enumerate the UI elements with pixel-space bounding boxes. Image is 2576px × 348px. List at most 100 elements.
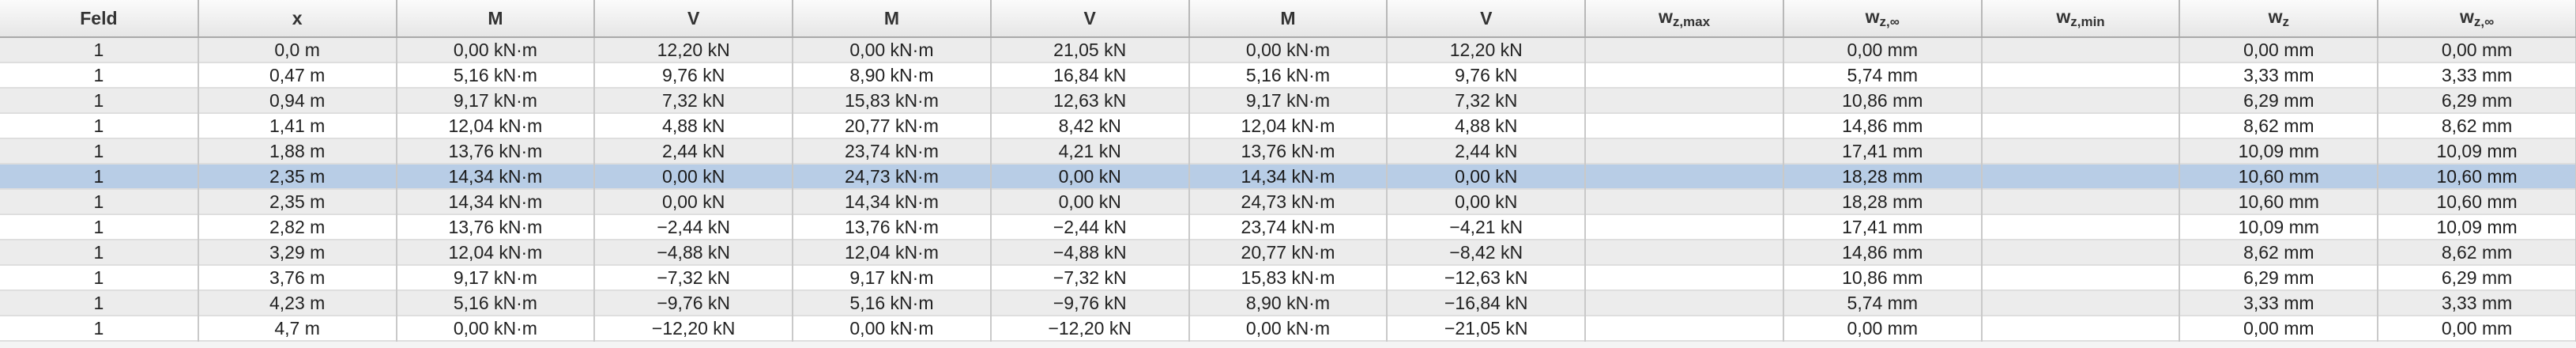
table-cell[interactable]: 1	[0, 113, 199, 138]
table-cell[interactable]: 6,29 mm	[2378, 265, 2576, 290]
table-cell[interactable]: 14,86 mm	[1783, 240, 1983, 265]
table-cell[interactable]: 1	[0, 88, 199, 113]
table-cell[interactable]: −16,84 kN	[1387, 290, 1587, 316]
table-cell[interactable]: 0,00 kN	[594, 189, 794, 214]
table-row[interactable]: 1 4,7 m 0,00 kN·m −12,20 kN 0,00 kN·m −12,20 …	[0, 316, 2576, 341]
table-cell[interactable]	[1981, 113, 2181, 138]
table-cell[interactable]: 18,28 mm	[1783, 189, 1983, 214]
table-row[interactable]: 1 2,82 m 13,76 kN·m −2,44 kN 13,76 kN·m −2,44…	[0, 214, 2576, 240]
table-cell[interactable]: −4,88 kN	[594, 240, 794, 265]
table-cell[interactable]	[1585, 189, 1784, 214]
table-row[interactable]: 1 4,23 m 5,16 kN·m −9,76 kN 5,16 kN·m −9,76 k…	[0, 290, 2576, 316]
table-cell[interactable]	[1585, 88, 1784, 113]
table-row[interactable]: 1 0,94 m 9,17 kN·m 7,32 kN 15,83 kN·m 12,63 k…	[0, 88, 2576, 113]
table-cell[interactable]: 15,83 kN·m	[1188, 265, 1388, 290]
table-cell[interactable]: 23,74 kN·m	[793, 138, 992, 164]
table-cell[interactable]: 3,76 m	[198, 265, 397, 290]
table-cell[interactable]	[1585, 62, 1784, 88]
table-cell[interactable]	[1981, 316, 2181, 341]
table-cell[interactable]: 1	[0, 164, 199, 189]
table-row[interactable]: 1 3,76 m 9,17 kN·m −7,32 kN 9,17 kN·m −7,32 k…	[0, 265, 2576, 290]
table-cell[interactable]: 4,7 m	[198, 316, 397, 341]
table-cell[interactable]: −4,88 kN	[990, 240, 1190, 265]
column-header-5[interactable]: V	[990, 0, 1190, 38]
table-cell[interactable]: −9,76 kN	[594, 290, 794, 316]
table-cell[interactable]: 6,29 mm	[2179, 265, 2379, 290]
table-cell[interactable]	[1981, 189, 2181, 214]
column-header-9[interactable]: wz,∞	[1783, 0, 1983, 38]
table-row[interactable]: 1 1,41 m 12,04 kN·m 4,88 kN 20,77 kN·m 8,42 k…	[0, 113, 2576, 138]
table-cell[interactable]: 0,00 kN	[1387, 189, 1587, 214]
table-cell[interactable]: 18,28 mm	[1783, 164, 1983, 189]
table-cell[interactable]	[1981, 138, 2181, 164]
table-cell[interactable]: 3,33 mm	[2378, 290, 2576, 316]
table-cell[interactable]	[1981, 37, 2181, 62]
table-cell[interactable]: −2,44 kN	[990, 214, 1190, 240]
table-cell[interactable]: 5,16 kN·m	[1188, 62, 1388, 88]
table-row[interactable]: 1 1,88 m 13,76 kN·m 2,44 kN 23,74 kN·m 4,21 k…	[0, 138, 2576, 164]
table-cell[interactable]: 4,88 kN	[594, 113, 794, 138]
table-cell[interactable]: −7,32 kN	[594, 265, 794, 290]
table-cell[interactable]: 9,17 kN·m	[1188, 88, 1388, 113]
table-cell[interactable]: 2,35 m	[198, 164, 397, 189]
table-cell[interactable]: 1	[0, 189, 199, 214]
table-cell[interactable]: 7,32 kN	[1387, 88, 1587, 113]
table-cell[interactable]	[1585, 113, 1784, 138]
table-cell[interactable]: 2,82 m	[198, 214, 397, 240]
table-cell[interactable]: 10,60 mm	[2378, 189, 2576, 214]
table-cell[interactable]: 0,00 kN·m	[793, 37, 992, 62]
table-cell[interactable]: −12,63 kN	[1387, 265, 1587, 290]
column-header-0[interactable]: Feld	[0, 0, 199, 38]
table-cell[interactable]: 1	[0, 138, 199, 164]
table-cell[interactable]: 2,44 kN	[594, 138, 794, 164]
table-cell[interactable]: 8,62 mm	[2179, 113, 2379, 138]
column-header-1[interactable]: x	[198, 0, 397, 38]
table-cell[interactable]: 8,90 kN·m	[1188, 290, 1388, 316]
table-cell[interactable]: 14,34 kN·m	[396, 189, 596, 214]
table-cell[interactable]: 0,00 kN·m	[793, 316, 992, 341]
table-cell[interactable]: 10,60 mm	[2378, 164, 2576, 189]
table-cell[interactable]: 23,74 kN·m	[1188, 214, 1388, 240]
table-cell[interactable]: 0,00 kN·m	[1188, 37, 1388, 62]
table-cell[interactable]	[1981, 240, 2181, 265]
table-cell[interactable]	[1981, 265, 2181, 290]
table-cell[interactable]: 9,17 kN·m	[396, 88, 596, 113]
table-cell[interactable]: 0,00 mm	[2378, 316, 2576, 341]
table-cell[interactable]: 2,35 m	[198, 189, 397, 214]
table-row[interactable]: 1 2,35 m 14,34 kN·m 0,00 kN 24,73 kN·m 0,00 k…	[0, 164, 2576, 189]
table-cell[interactable]: 8,90 kN·m	[793, 62, 992, 88]
table-cell[interactable]	[1585, 37, 1784, 62]
table-cell[interactable]: 5,74 mm	[1783, 62, 1983, 88]
table-cell[interactable]: 8,62 mm	[2378, 240, 2576, 265]
table-cell[interactable]: 0,00 kN	[1387, 164, 1587, 189]
table-cell[interactable]: 17,41 mm	[1783, 138, 1983, 164]
table-cell[interactable]: 8,42 kN	[990, 113, 1190, 138]
table-cell[interactable]	[1585, 138, 1784, 164]
table-cell[interactable]: 1	[0, 290, 199, 316]
column-header-4[interactable]: M	[793, 0, 992, 38]
table-cell[interactable]	[1585, 164, 1784, 189]
table-cell[interactable]: −2,44 kN	[594, 214, 794, 240]
table-cell[interactable]: 0,00 mm	[1783, 37, 1983, 62]
table-cell[interactable]: 5,16 kN·m	[396, 62, 596, 88]
table-cell[interactable]: −4,21 kN	[1387, 214, 1587, 240]
table-cell[interactable]: 21,05 kN	[990, 37, 1190, 62]
table-cell[interactable]	[1585, 290, 1784, 316]
table-cell[interactable]: 1	[0, 316, 199, 341]
column-header-6[interactable]: M	[1188, 0, 1388, 38]
table-row[interactable]: 1 2,35 m 14,34 kN·m 0,00 kN 14,34 kN·m 0,00 k…	[0, 189, 2576, 214]
table-cell[interactable]: −8,42 kN	[1387, 240, 1587, 265]
table-cell[interactable]	[1585, 316, 1784, 341]
column-header-11[interactable]: wz	[2179, 0, 2379, 38]
table-cell[interactable]: −9,76 kN	[990, 290, 1190, 316]
table-cell[interactable]: 0,0 m	[198, 37, 397, 62]
table-cell[interactable]: 12,04 kN·m	[1188, 113, 1388, 138]
table-cell[interactable]: 9,17 kN·m	[793, 265, 992, 290]
table-cell[interactable]: 16,84 kN	[990, 62, 1190, 88]
table-cell[interactable]: 8,62 mm	[2179, 240, 2379, 265]
table-cell[interactable]: 12,20 kN	[594, 37, 794, 62]
table-cell[interactable]: 10,86 mm	[1783, 265, 1983, 290]
table-cell[interactable]: 14,86 mm	[1783, 113, 1983, 138]
table-cell[interactable]: 12,20 kN	[1387, 37, 1587, 62]
table-cell[interactable]: 5,16 kN·m	[793, 290, 992, 316]
